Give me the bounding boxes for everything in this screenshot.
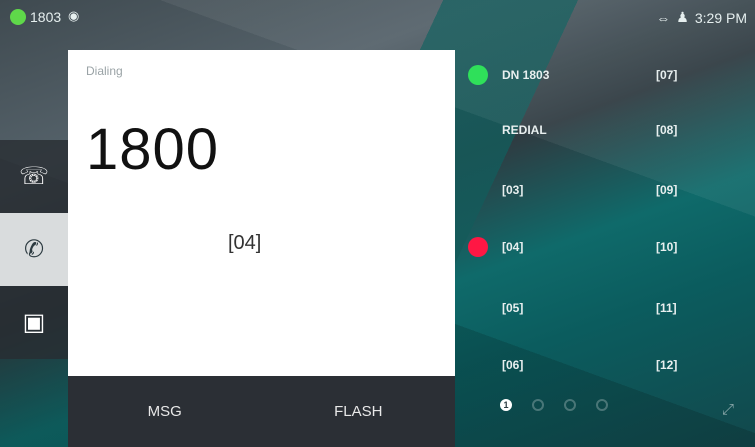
- line-key-4[interactable]: [04]: [468, 227, 608, 267]
- phone-icon: ✆: [23, 236, 45, 263]
- page-dot[interactable]: [596, 399, 608, 411]
- line-keys: DN 1803 REDIAL [03] [04] [05] [06] [07] …: [468, 50, 748, 380]
- line-status-red-icon: [468, 237, 488, 257]
- msg-softkey[interactable]: MSG: [68, 376, 262, 447]
- line-key-9[interactable]: [09]: [622, 170, 755, 210]
- expand-icon[interactable]: ⤢: [722, 401, 734, 418]
- contacts-button[interactable]: ▣: [0, 286, 68, 359]
- line-key-label: [04]: [502, 240, 524, 254]
- line-key-12[interactable]: [12]: [622, 345, 755, 385]
- line-key-7[interactable]: [07]: [622, 55, 755, 95]
- line-key-label: [12]: [656, 358, 678, 372]
- call-log-icon: ☏: [18, 163, 49, 190]
- line-key-label: [05]: [502, 301, 524, 315]
- line-key-1[interactable]: DN 1803: [468, 55, 608, 95]
- status-bar: 1803 ◉ ⇔ ♟ 3:29 PM: [0, 0, 755, 34]
- dialed-number: 1800: [86, 117, 220, 182]
- contacts-icon: ▣: [22, 309, 46, 336]
- page-dot[interactable]: [564, 399, 576, 411]
- line-key-label: DN 1803: [502, 68, 550, 82]
- ethernet-icon: ⇔: [656, 9, 671, 26]
- page-indicator: 1: [500, 399, 608, 411]
- line-key-label: [10]: [656, 240, 678, 254]
- line-key-label: [07]: [656, 68, 678, 82]
- line-key-label: [08]: [656, 123, 678, 137]
- line-key-2[interactable]: REDIAL: [468, 110, 608, 150]
- phone-button[interactable]: ✆: [0, 213, 68, 286]
- line-key-label: [09]: [656, 183, 678, 197]
- line-key-label: REDIAL: [502, 123, 547, 137]
- line-key-label: [06]: [502, 358, 524, 372]
- headset-icon: ♟: [676, 9, 689, 25]
- page-dot[interactable]: [532, 399, 544, 411]
- softkey-bar: MSG FLASH: [68, 376, 455, 447]
- clock: 3:29 PM: [694, 9, 747, 26]
- line-label: [04]: [228, 232, 262, 254]
- chat-bubble-icon: ◉: [68, 8, 80, 23]
- line-key-11[interactable]: [11]: [622, 288, 755, 328]
- call-status: Dialing: [86, 64, 123, 78]
- sidebar: ☏ ✆ ▣: [0, 140, 68, 359]
- line-status-green-icon: [468, 65, 488, 85]
- line-key-label: [03]: [502, 183, 524, 197]
- page-dot-active[interactable]: 1: [500, 399, 512, 411]
- extension-number: 1803: [30, 9, 62, 25]
- flash-softkey[interactable]: FLASH: [262, 376, 456, 447]
- line-key-3[interactable]: [03]: [468, 170, 608, 210]
- line-key-10[interactable]: [10]: [622, 227, 755, 267]
- presence-icon: [10, 9, 26, 25]
- line-key-5[interactable]: [05]: [468, 288, 608, 328]
- line-key-label: [11]: [656, 301, 677, 315]
- line-key-8[interactable]: [08]: [622, 110, 755, 150]
- line-key-6[interactable]: [06]: [468, 345, 608, 385]
- dialing-card: Dialing 1800 [04]: [68, 50, 455, 376]
- call-log-button[interactable]: ☏: [0, 140, 68, 213]
